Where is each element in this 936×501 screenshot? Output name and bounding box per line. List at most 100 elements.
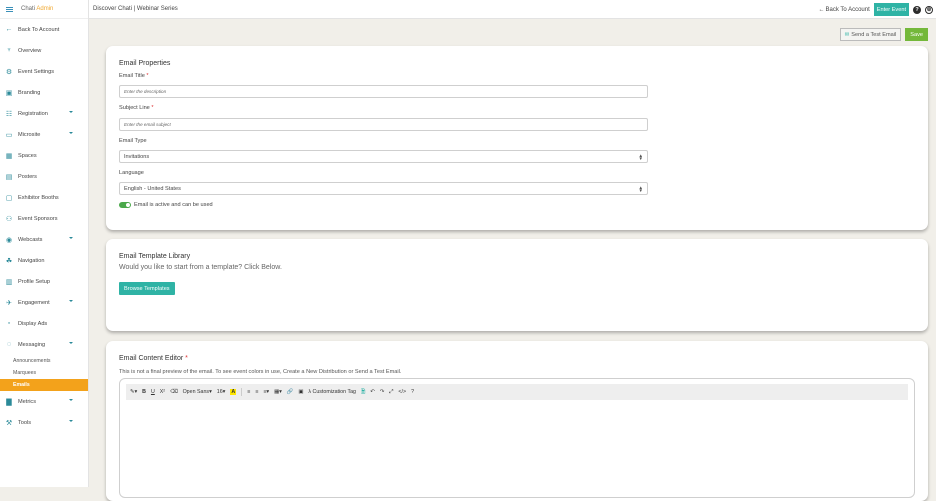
window-icon: ▭ bbox=[5, 131, 13, 139]
sidebar-subitem-marquees[interactable]: Marquees bbox=[0, 367, 88, 379]
sidebar-item-label: Webcasts bbox=[18, 236, 43, 243]
font-family-select[interactable]: Open Sans▾ bbox=[183, 389, 212, 395]
people-icon: ⚇ bbox=[5, 215, 13, 223]
send-test-email-button[interactable]: ✉ Send a Test Email bbox=[839, 28, 902, 41]
chevron-down-icon[interactable] bbox=[69, 111, 73, 113]
code-view-icon[interactable]: </> bbox=[398, 389, 406, 395]
sidebar-item-posters[interactable]: ▤ Posters bbox=[0, 166, 88, 187]
template-library-subtitle: Would you like to start from a template?… bbox=[119, 264, 282, 271]
sidebar-subitem-announcements[interactable]: Announcements bbox=[0, 355, 88, 367]
template-library-heading: Email Template Library bbox=[119, 253, 191, 260]
align-icon[interactable]: ≡▾ bbox=[263, 389, 269, 395]
sidebar-item-label: Event Sponsors bbox=[18, 215, 58, 222]
chevron-down-icon[interactable] bbox=[69, 399, 73, 401]
sidebar-item-tools[interactable]: ⚒ Tools bbox=[0, 412, 88, 433]
arrow-left-icon: ← bbox=[5, 26, 13, 33]
chevron-down-icon[interactable] bbox=[69, 342, 73, 344]
email-title-input[interactable]: Enter the description bbox=[119, 85, 648, 98]
language-label: Language bbox=[119, 170, 144, 176]
brand-logo: Chati Admin bbox=[21, 6, 54, 12]
sidebar-item-overview[interactable]: ♆ Overview bbox=[0, 40, 88, 61]
sitemap-icon: ♆ bbox=[6, 47, 12, 54]
sidebar-item-exhibitor-booths[interactable]: ▢ Exhibitor Booths bbox=[0, 187, 88, 208]
nav-tree-icon: ☘ bbox=[5, 257, 13, 265]
sidebar-item-event-sponsors[interactable]: ⚇ Event Sponsors bbox=[0, 208, 88, 229]
sidebar-item-event-settings[interactable]: ⚙ Event Settings bbox=[0, 61, 88, 82]
sidebar-item-label: Navigation bbox=[18, 257, 45, 264]
grid-icon: ▦ bbox=[5, 152, 13, 160]
sidebar-item-navigation[interactable]: ☘ Navigation bbox=[0, 250, 88, 271]
sidebar-item-label: Posters bbox=[18, 173, 37, 180]
arrow-left-icon: ← bbox=[818, 6, 825, 13]
poster-icon: ▤ bbox=[5, 173, 13, 181]
email-type-select[interactable]: Invitations ▲ ▼ bbox=[119, 150, 648, 163]
fullscreen-icon[interactable]: ⤢ bbox=[389, 389, 393, 396]
template-library-card: Email Template Library Would you like to… bbox=[106, 239, 928, 331]
underline-button[interactable]: U bbox=[151, 389, 155, 395]
email-content-editor-card: Email Content Editor * This is not a fin… bbox=[106, 341, 928, 501]
sidebar-item-webcasts[interactable]: ◉ Webcasts bbox=[0, 229, 88, 250]
numbered-list-icon[interactable]: ≡ bbox=[255, 389, 258, 395]
sidebar-item-label: Messaging bbox=[18, 341, 46, 348]
email-type-label: Email Type bbox=[119, 138, 147, 144]
redo-icon[interactable]: ↷ bbox=[380, 389, 384, 395]
eraser-icon[interactable]: ⌫ bbox=[170, 389, 178, 395]
sidebar-item-engagement[interactable]: ✈ Engagement bbox=[0, 292, 88, 313]
select-arrow-icon: ▲ ▼ bbox=[638, 153, 643, 161]
sidebar-item-metrics[interactable]: ▇ Metrics bbox=[0, 391, 88, 412]
top-bar: Discover Chati | Webinar Series ← Back To… bbox=[89, 0, 936, 19]
sidebar-item-label: Event Settings bbox=[18, 68, 55, 75]
sidebar-item-label: Spaces bbox=[18, 152, 37, 159]
active-toggle[interactable] bbox=[119, 202, 131, 208]
sidebar-item-label: Tools bbox=[18, 419, 32, 426]
sidebar-item-back-to-account[interactable]: ← Back To Account bbox=[0, 19, 88, 40]
customization-tag-button[interactable]: λ Customization Tag bbox=[308, 389, 356, 395]
image-icon[interactable]: ▣ bbox=[298, 389, 303, 395]
chevron-down-icon[interactable] bbox=[69, 237, 73, 239]
image-icon: ▣ bbox=[5, 89, 13, 97]
sidebar-item-display-ads[interactable]: ▫ Display Ads bbox=[0, 313, 88, 334]
editor-heading: Email Content Editor * bbox=[119, 355, 188, 362]
undo-icon[interactable]: ↶ bbox=[370, 389, 374, 395]
magic-wand-icon[interactable]: ✎▾ bbox=[130, 389, 137, 395]
editor-toolbar: ✎▾ B U X² ⌫ Open Sans▾ 16▾ A ≡ ≡ ≡▾ ▦▾ 🔗… bbox=[126, 384, 908, 400]
toolbar-divider bbox=[241, 388, 243, 396]
superscript-button[interactable]: X² bbox=[160, 389, 165, 395]
language-select[interactable]: English - United States ▲ ▼ bbox=[119, 182, 648, 195]
sidebar-item-branding[interactable]: ▣ Branding bbox=[0, 82, 88, 103]
bullet-list-icon[interactable]: ≡ bbox=[247, 389, 250, 395]
user-icon[interactable]: ⊚ bbox=[925, 5, 933, 14]
chevron-down-icon[interactable] bbox=[69, 420, 73, 422]
email-icon: ✉ bbox=[844, 31, 850, 38]
sidebar-item-label: Exhibitor Booths bbox=[18, 194, 59, 201]
table-icon[interactable]: ▦▾ bbox=[274, 389, 282, 395]
back-to-account-link[interactable]: ← Back To Account bbox=[819, 7, 870, 13]
link-icon[interactable]: 🔗 bbox=[287, 389, 294, 395]
help-icon[interactable]: ? bbox=[913, 5, 921, 14]
chevron-down-icon[interactable] bbox=[69, 300, 73, 302]
sidebar-item-messaging[interactable]: ◌ Messaging bbox=[0, 334, 88, 355]
chevron-down-icon[interactable] bbox=[69, 132, 73, 134]
sidebar-item-profile-setup[interactable]: ▥ Profile Setup bbox=[0, 271, 88, 292]
bold-button[interactable]: B bbox=[142, 389, 146, 395]
document-icon[interactable]: 🗎 bbox=[361, 388, 365, 397]
breadcrumb: Discover Chati | Webinar Series bbox=[93, 6, 178, 12]
page-actions: ✉ Send a Test Email Save bbox=[839, 28, 928, 41]
sidebar-item-microsite[interactable]: ▭ Microsite bbox=[0, 124, 88, 145]
sidebar-item-registration[interactable]: ☷ Registration bbox=[0, 103, 88, 124]
sidebar-subitem-emails[interactable]: Emails bbox=[0, 379, 88, 391]
sidebar-item-label: Metrics bbox=[18, 398, 37, 405]
font-size-select[interactable]: 16▾ bbox=[217, 389, 226, 395]
subject-line-input[interactable]: Enter the email subject bbox=[119, 118, 648, 131]
browse-templates-button[interactable]: Browse Templates bbox=[119, 282, 175, 295]
text-color-icon[interactable]: A bbox=[230, 389, 237, 395]
enter-event-button[interactable]: Enter Event bbox=[873, 3, 909, 16]
sidebar-item-spaces[interactable]: ▦ Spaces bbox=[0, 145, 88, 166]
sidebar-item-label: Microsite bbox=[18, 131, 41, 138]
rich-text-editor[interactable]: ✎▾ B U X² ⌫ Open Sans▾ 16▾ A ≡ ≡ ≡▾ ▦▾ 🔗… bbox=[119, 378, 915, 498]
help-icon[interactable]: ? bbox=[411, 389, 414, 395]
ad-icon: ▫ bbox=[7, 320, 11, 327]
subject-line-label: Subject Line * bbox=[119, 105, 154, 111]
hamburger-icon[interactable] bbox=[6, 6, 13, 12]
save-button[interactable]: Save bbox=[905, 28, 928, 41]
